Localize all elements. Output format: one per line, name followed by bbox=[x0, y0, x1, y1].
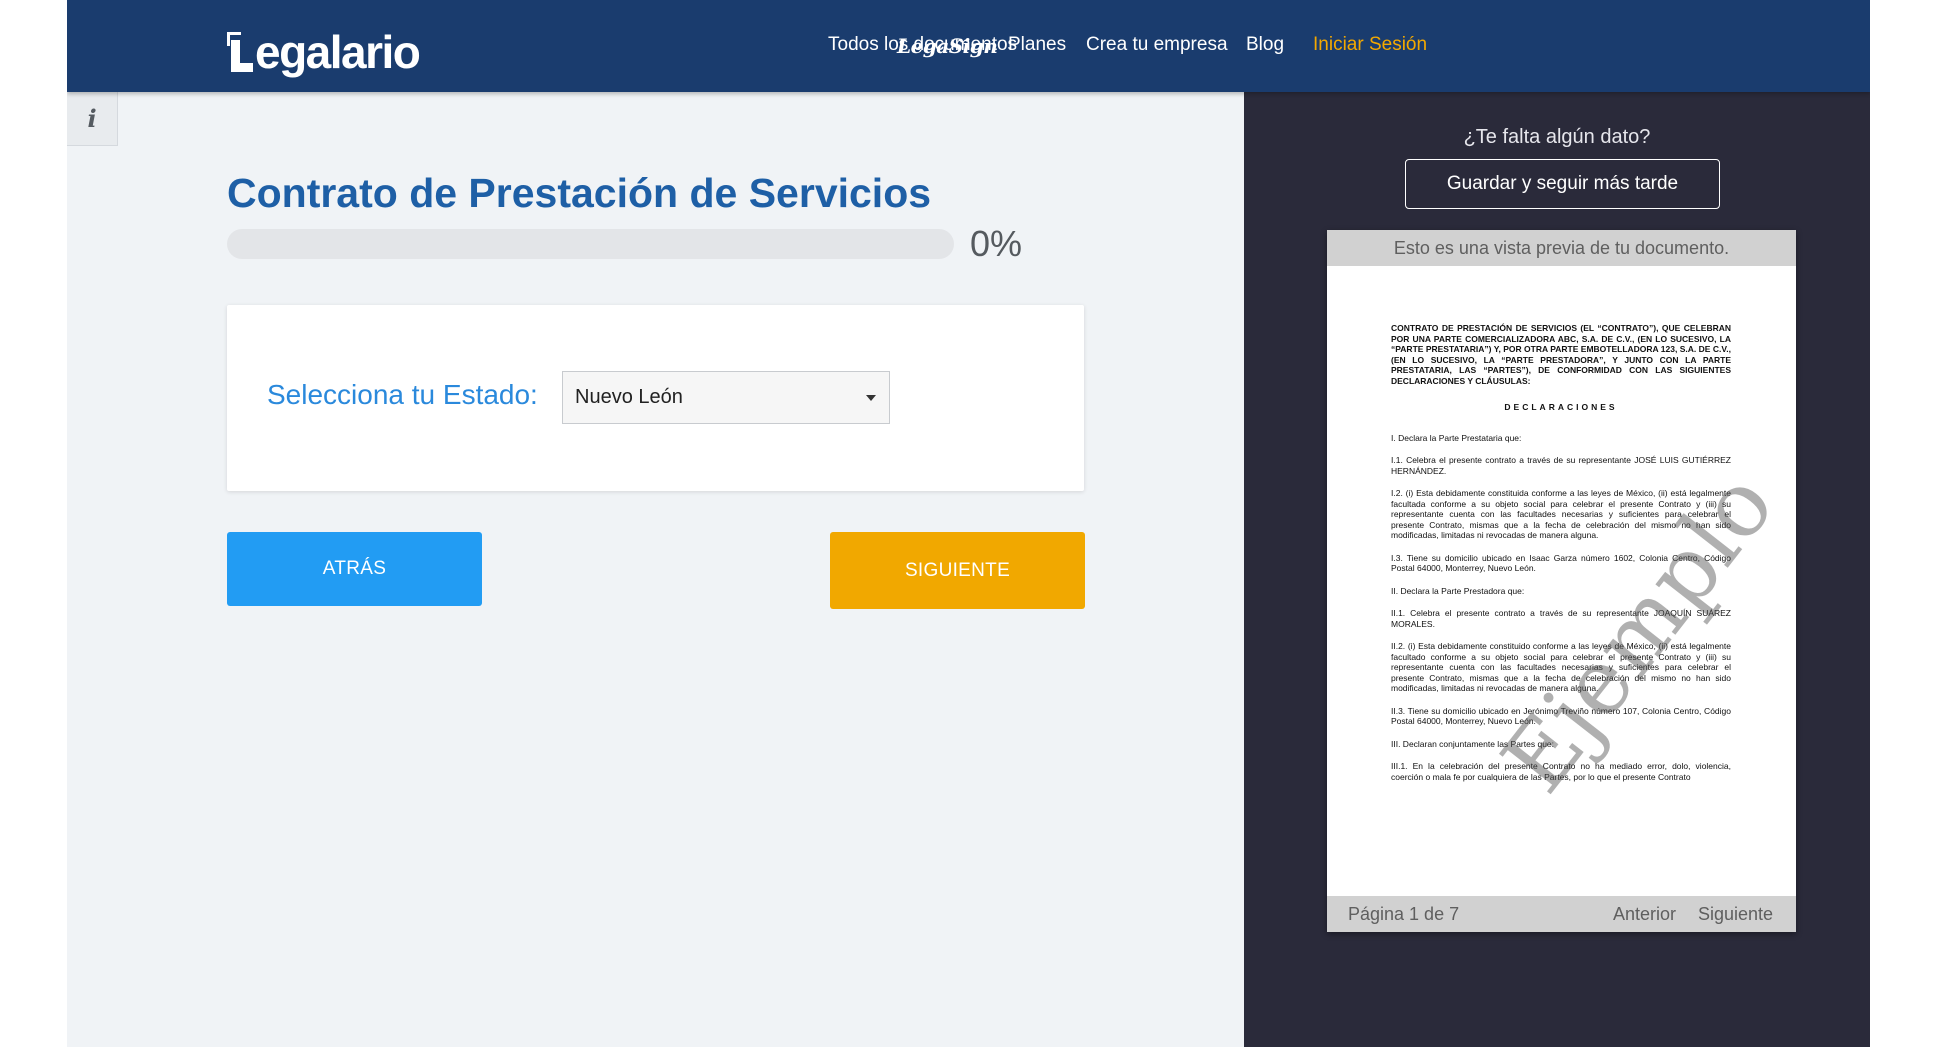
state-select-value: Nuevo León bbox=[575, 386, 683, 408]
document-paragraph: II.2. (i) Esta debidamente constituido c… bbox=[1391, 641, 1731, 693]
previous-page-link[interactable]: Anterior bbox=[1613, 904, 1676, 925]
nav-todos-los-documentos[interactable]: Todos los documentos bbox=[828, 34, 1017, 56]
question-card: Selecciona tu Estado: Nuevo León bbox=[227, 305, 1084, 491]
legalario-logo[interactable]: egalario bbox=[227, 18, 421, 78]
progress-bar bbox=[227, 229, 954, 259]
nav-blog[interactable]: Blog bbox=[1246, 34, 1284, 56]
nav-crea-tu-empresa[interactable]: Crea tu empresa bbox=[1086, 34, 1228, 56]
preview-panel: ¿Te falta algún dato? Guardar y seguir m… bbox=[1244, 92, 1870, 1047]
document-section-heading: DECLARACIONES bbox=[1504, 402, 1618, 412]
document-paragraph: CONTRATO DE PRESTACIÓN DE SERVICIOS (EL … bbox=[1391, 323, 1731, 386]
document-paragraph: I.2. (i) Esta debidamente constituida co… bbox=[1391, 488, 1731, 540]
document-paragraph: II. Declara la Parte Prestadora que: bbox=[1391, 585, 1525, 596]
logo-text: egalario bbox=[255, 26, 421, 78]
chevron-down-icon bbox=[866, 395, 876, 401]
progress-percent: 0% bbox=[970, 223, 1023, 264]
app-window: egalario LegaSign Todos los documentos P… bbox=[67, 0, 1870, 1047]
preview-notice: Esto es una vista previa de tu documento… bbox=[1327, 230, 1796, 266]
info-icon[interactable]: i bbox=[67, 92, 118, 146]
document-paragraph: III. Declaran conjuntamente las Partes q… bbox=[1391, 738, 1555, 749]
page-indicator: Página 1 de 7 bbox=[1348, 904, 1460, 924]
document-paragraph: II.1. Celebra el presente contrato a tra… bbox=[1391, 608, 1731, 629]
logo-mark-icon bbox=[227, 32, 253, 74]
document-paragraph: II.3. Tiene su domicilio ubicado en Jeró… bbox=[1391, 705, 1731, 727]
document-paragraph: I.3. Tiene su domicilio ubicado en Isaac… bbox=[1391, 552, 1731, 574]
back-button[interactable]: ATRÁS bbox=[227, 532, 482, 606]
document-page: CONTRATO DE PRESTACIÓN DE SERVICIOS (EL … bbox=[1391, 323, 1731, 794]
page-title: Contrato de Prestación de Servicios bbox=[227, 170, 932, 216]
next-page-link[interactable]: Siguiente bbox=[1698, 904, 1773, 925]
preview-pagination: Página 1 de 7 Anterior Siguiente bbox=[1327, 896, 1796, 932]
save-and-continue-later-button[interactable]: Guardar y seguir más tarde bbox=[1405, 159, 1720, 209]
document-paragraph: I.1. Celebra el presente contrato a trav… bbox=[1391, 455, 1731, 476]
state-select[interactable]: Nuevo León bbox=[562, 371, 890, 424]
state-field-label: Selecciona tu Estado: bbox=[267, 379, 538, 410]
top-navigation-bar: egalario LegaSign Todos los documentos P… bbox=[67, 0, 1870, 92]
document-paragraph: I. Declara la Parte Prestataria que: bbox=[1391, 432, 1522, 443]
document-preview: Esto es una vista previa de tu documento… bbox=[1327, 230, 1796, 932]
nav-planes[interactable]: Planes bbox=[1008, 34, 1066, 56]
next-button[interactable]: SIGUIENTE bbox=[830, 532, 1085, 609]
nav-iniciar-sesion[interactable]: Iniciar Sesión bbox=[1313, 34, 1427, 56]
missing-data-prompt: ¿Te falta algún dato? bbox=[1463, 126, 1651, 148]
document-paragraph: III.1. En la celebración del presente Co… bbox=[1391, 761, 1731, 782]
